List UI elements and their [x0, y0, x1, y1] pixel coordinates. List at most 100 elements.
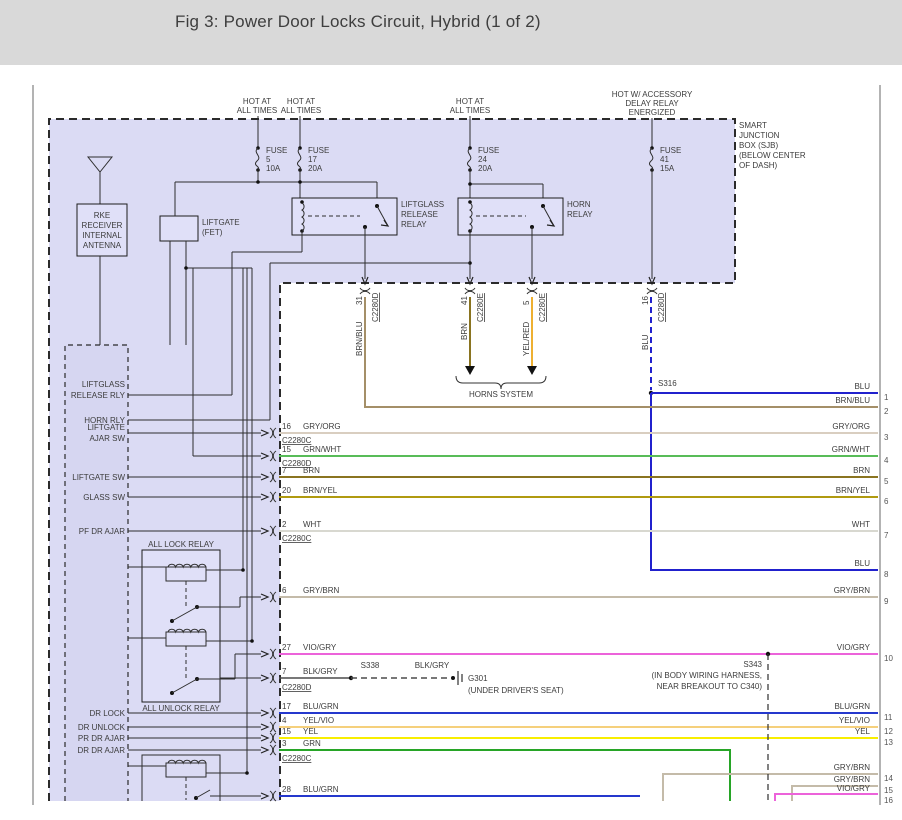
- svg-text:BRN/YEL: BRN/YEL: [303, 486, 338, 495]
- svg-text:10A: 10A: [266, 164, 281, 173]
- svg-text:FUSE: FUSE: [308, 146, 329, 155]
- svg-text:20: 20: [282, 486, 291, 495]
- svg-text:HOT AT: HOT AT: [287, 97, 315, 106]
- liftgate-fet-box: [160, 216, 198, 241]
- svg-text:HORNS SYSTEM: HORNS SYSTEM: [469, 390, 533, 399]
- svg-text:YEL/RED: YEL/RED: [522, 322, 531, 356]
- svg-text:16: 16: [641, 296, 650, 305]
- svg-text:AJAR SW: AJAR SW: [89, 434, 125, 443]
- svg-text:ENERGIZED: ENERGIZED: [629, 108, 676, 117]
- svg-text:GRY/BRN: GRY/BRN: [834, 586, 871, 595]
- svg-text:NEAR BREAKOUT TO C340): NEAR BREAKOUT TO C340): [657, 682, 763, 691]
- svg-text:BLU/GRN: BLU/GRN: [834, 702, 870, 711]
- svg-text:1: 1: [884, 393, 889, 402]
- svg-text:C2280D: C2280D: [371, 292, 380, 322]
- svg-text:RELEASE: RELEASE: [401, 210, 438, 219]
- svg-text:YEL: YEL: [855, 727, 871, 736]
- g301-label: G301: [468, 674, 488, 683]
- svg-text:16: 16: [884, 796, 893, 805]
- svg-text:LIFTGLASS: LIFTGLASS: [401, 200, 444, 209]
- svg-text:BRN: BRN: [303, 466, 320, 475]
- svg-text:GRY/BRN: GRY/BRN: [303, 586, 340, 595]
- svg-text:C2280D: C2280D: [657, 292, 666, 322]
- svg-text:PR DR AJAR: PR DR AJAR: [78, 734, 125, 743]
- splice-s316-label: S316: [658, 379, 677, 388]
- svg-text:YEL/VIO: YEL/VIO: [303, 716, 334, 725]
- svg-text:JUNCTION: JUNCTION: [739, 131, 780, 140]
- svg-text:6: 6: [884, 497, 889, 506]
- svg-text:BRN: BRN: [853, 466, 870, 475]
- svg-text:15: 15: [884, 786, 893, 795]
- svg-text:DELAY RELAY: DELAY RELAY: [625, 99, 679, 108]
- svg-text:BOX (SJB): BOX (SJB): [739, 141, 778, 150]
- svg-text:LIFTGATE SW: LIFTGATE SW: [72, 473, 125, 482]
- svg-text:RELAY: RELAY: [401, 220, 427, 229]
- svg-text:8: 8: [884, 570, 889, 579]
- svg-text:BRN/YEL: BRN/YEL: [836, 486, 871, 495]
- svg-text:7: 7: [282, 466, 287, 475]
- svg-text:RECEIVER: RECEIVER: [82, 221, 123, 230]
- svg-text:12: 12: [884, 727, 893, 736]
- svg-text:VIO/GRY: VIO/GRY: [837, 784, 871, 793]
- svg-text:GRY/BRN: GRY/BRN: [834, 763, 871, 772]
- svg-text:LIFTGATE: LIFTGATE: [202, 218, 240, 227]
- svg-text:ANTENNA: ANTENNA: [83, 241, 122, 250]
- left-module-region: [65, 345, 128, 801]
- svg-text:10: 10: [884, 654, 893, 663]
- svg-text:17: 17: [308, 155, 317, 164]
- svg-text:C2280C: C2280C: [282, 534, 312, 543]
- svg-text:17: 17: [282, 702, 291, 711]
- svg-text:4: 4: [282, 716, 287, 725]
- right-pin-labels: BLU1 BRN/BLU2 GRY/ORG3 GRN/WHT4 BRN5 BRN…: [832, 382, 894, 805]
- svg-text:INTERNAL: INTERNAL: [82, 231, 122, 240]
- svg-text:C2280E: C2280E: [538, 293, 547, 322]
- svg-text:GRY/ORG: GRY/ORG: [832, 422, 870, 431]
- svg-text:9: 9: [884, 597, 889, 606]
- svg-text:BLU: BLU: [854, 559, 870, 568]
- svg-text:28: 28: [282, 785, 291, 794]
- svg-text:2: 2: [884, 407, 889, 416]
- svg-text:(FET): (FET): [202, 228, 223, 237]
- svg-text:5: 5: [522, 300, 531, 305]
- svg-text:HOT AT: HOT AT: [243, 97, 271, 106]
- svg-text:ALL TIMES: ALL TIMES: [237, 106, 277, 115]
- svg-text:WHT: WHT: [303, 520, 321, 529]
- svg-text:11: 11: [884, 713, 893, 722]
- svg-text:(UNDER DRIVER'S SEAT): (UNDER DRIVER'S SEAT): [468, 686, 564, 695]
- svg-text:C2280E: C2280E: [476, 293, 485, 322]
- svg-text:YEL/VIO: YEL/VIO: [839, 716, 870, 725]
- svg-text:7: 7: [884, 531, 889, 540]
- svg-text:GRN: GRN: [303, 739, 321, 748]
- wiring-diagram: SMART JUNCTION BOX (SJB) (BELOW CENTER O…: [0, 65, 902, 820]
- svg-text:ALL TIMES: ALL TIMES: [450, 106, 490, 115]
- svg-text:(BELOW CENTER: (BELOW CENTER: [739, 151, 806, 160]
- svg-text:RKE: RKE: [94, 211, 110, 220]
- svg-text:WHT: WHT: [852, 520, 870, 529]
- svg-text:15A: 15A: [660, 164, 675, 173]
- svg-text:DR LOCK: DR LOCK: [89, 709, 125, 718]
- svg-text:3: 3: [282, 739, 287, 748]
- svg-text:OF DASH): OF DASH): [739, 161, 778, 170]
- svg-text:FUSE: FUSE: [478, 146, 499, 155]
- svg-text:GRN/WHT: GRN/WHT: [303, 445, 341, 454]
- svg-text:41: 41: [460, 296, 469, 305]
- svg-text:GLASS SW: GLASS SW: [83, 493, 125, 502]
- svg-text:ALL LOCK RELAY: ALL LOCK RELAY: [148, 540, 214, 549]
- horns-system-callout: HORNS SYSTEM: [456, 376, 546, 399]
- wire-8-blu: [651, 393, 878, 570]
- svg-text:BRN/BLU: BRN/BLU: [355, 321, 364, 356]
- svg-text:BRN: BRN: [460, 323, 469, 340]
- svg-text:20A: 20A: [308, 164, 323, 173]
- figure-title-bar: Fig 3: Power Door Locks Circuit, Hybrid …: [0, 0, 902, 65]
- wire-2-brnblu: [365, 297, 878, 407]
- sjb-label: SMART JUNCTION BOX (SJB) (BELOW CENTER O…: [739, 121, 806, 170]
- svg-text:C2280C: C2280C: [282, 436, 312, 445]
- svg-text:BLK/GRY: BLK/GRY: [303, 667, 338, 676]
- svg-text:ALL TIMES: ALL TIMES: [281, 106, 321, 115]
- svg-text:DR DR AJAR: DR DR AJAR: [77, 746, 125, 755]
- svg-text:S343: S343: [743, 660, 762, 669]
- drop-pin16: 16 C2280D BLU: [641, 288, 666, 390]
- svg-text:15: 15: [282, 445, 291, 454]
- wire-16-viogry: [775, 794, 878, 801]
- svg-text:SMART: SMART: [739, 121, 767, 130]
